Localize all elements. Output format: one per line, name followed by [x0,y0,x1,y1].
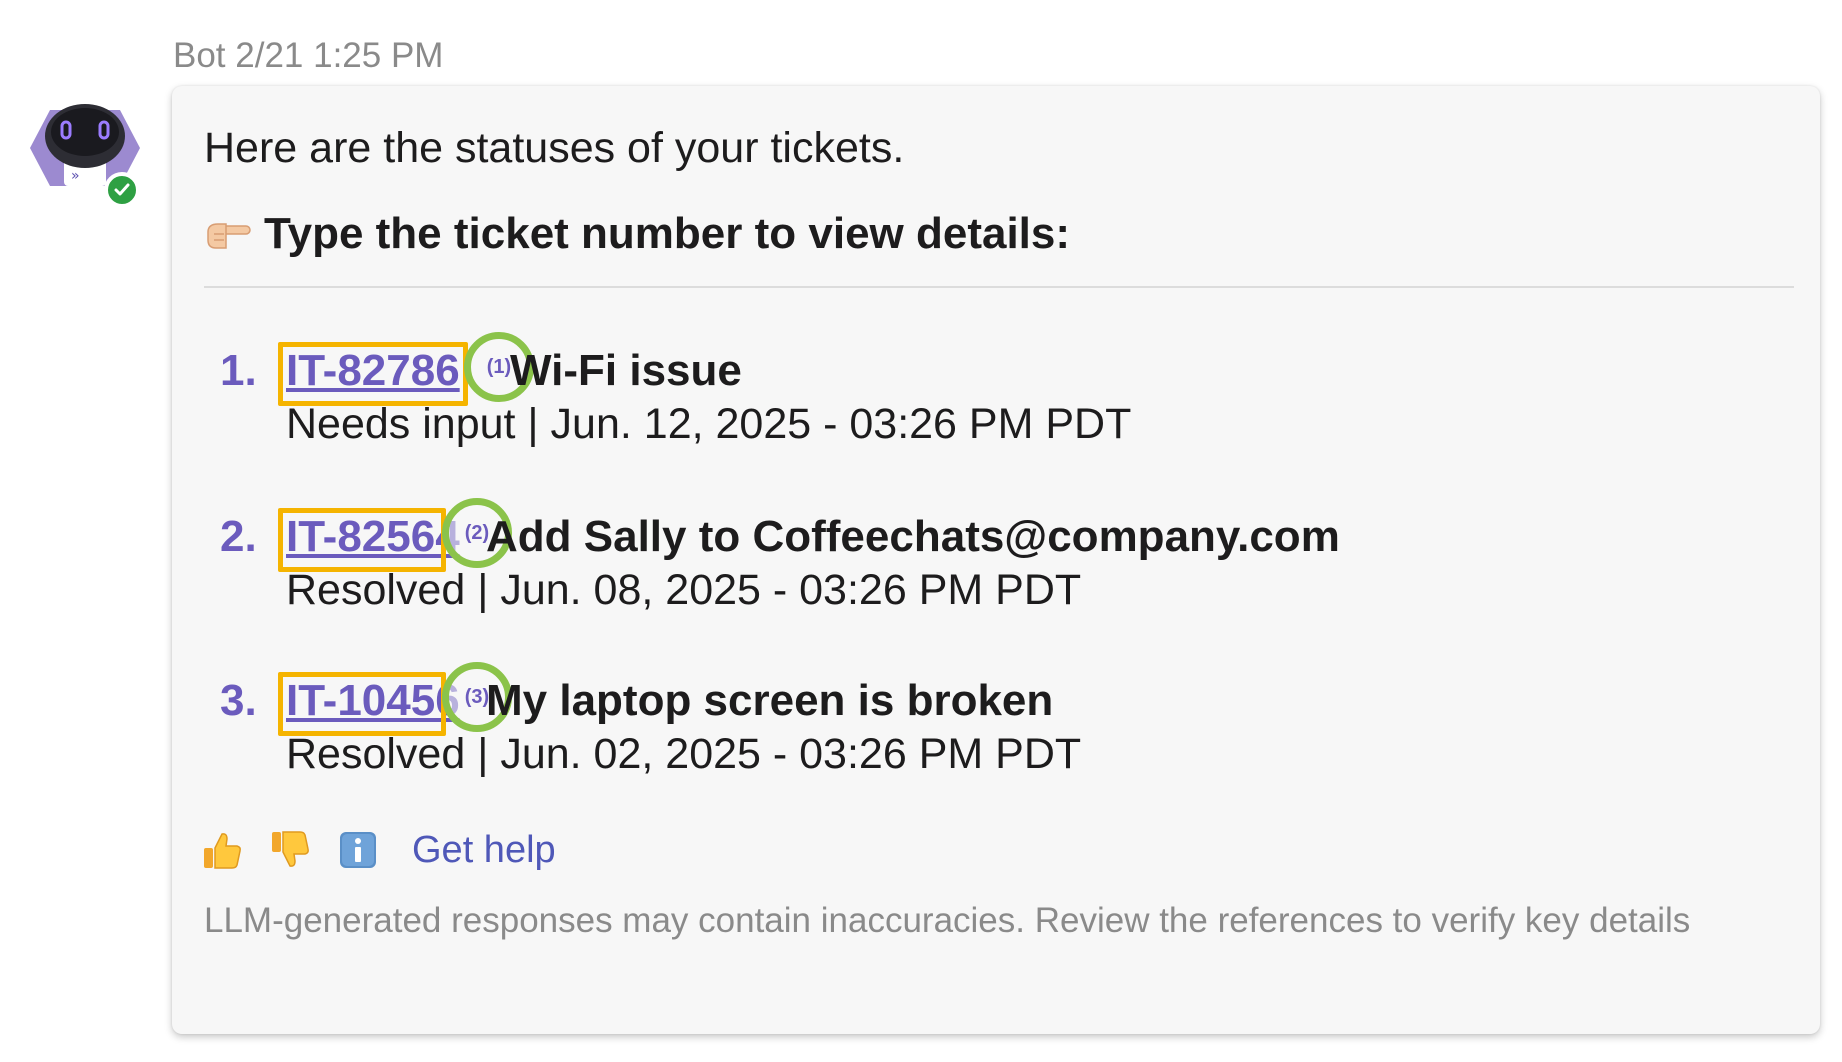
ticket-title: Add Sally to Coffeechats@company.com [486,512,1340,561]
ticket-item: 3. IT-10456 (3) My laptop screen is brok… [220,662,1780,802]
ticket-status: Resolved | Jun. 08, 2025 - 03:26 PM PDT [286,566,1082,614]
svg-text:»: » [71,168,80,184]
list-number: 1. [220,346,257,395]
ticket-title: Wi-Fi issue [510,346,742,395]
info-icon[interactable] [336,828,380,872]
online-status-badge [104,172,140,208]
list-number: 3. [220,676,257,725]
thumbs-up-icon[interactable] [200,828,244,872]
ticket-id-link[interactable]: IT-82786 [286,346,460,396]
checkmark-icon [114,183,130,196]
ticket-id-link[interactable]: IT-82564 [286,512,460,562]
thumbs-down-icon[interactable] [268,828,312,872]
prompt-row: Type the ticket number to view details: [204,204,1070,264]
chat-message-view: Bot 2/21 1:25 PM » Here are the statuses… [0,0,1842,1062]
message-timestamp: Bot 2/21 1:25 PM [173,36,444,75]
ticket-title: My laptop screen is broken [486,676,1054,725]
pointing-hand-icon [207,223,251,249]
prompt-text: Type the ticket number to view details: [264,209,1071,258]
message-card: Here are the statuses of your tickets. T… [172,86,1820,1034]
divider [204,286,1794,288]
intro-text: Here are the statuses of your tickets. [204,124,905,172]
disclaimer-text: LLM-generated responses may contain inac… [204,901,1691,940]
ticket-item: 2. IT-82564 (2) Add Sally to Coffeechats… [220,498,1780,638]
list-number: 2. [220,512,257,561]
ticket-item: 1. IT-82786 (1) Wi-Fi issue Needs input … [220,332,1780,472]
get-help-link[interactable]: Get help [412,829,556,872]
ticket-status: Resolved | Jun. 02, 2025 - 03:26 PM PDT [286,730,1082,778]
ticket-status: Needs input | Jun. 12, 2025 - 03:26 PM P… [286,400,1132,448]
feedback-actions: Get help [200,822,556,878]
ticket-id-link[interactable]: IT-10456 [286,676,460,726]
